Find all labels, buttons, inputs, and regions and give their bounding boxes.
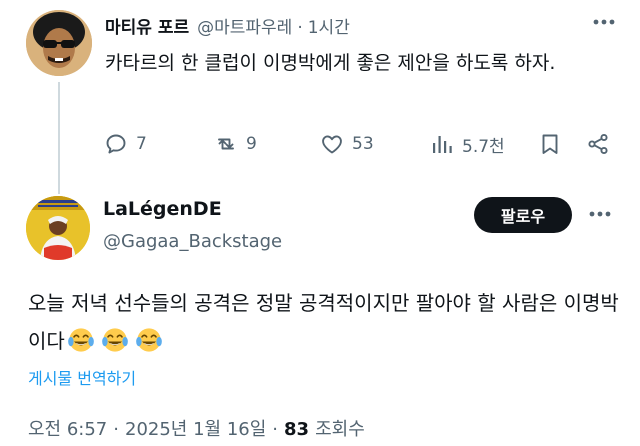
retweet-count: 9 (246, 134, 257, 154)
reply-tweet-text: 카타르의 한 클럽이 이명박에게 좋은 제안을 하도록 하자. (105, 52, 556, 74)
bookmark-icon (542, 134, 558, 154)
header-separator: · (297, 18, 303, 38)
ellipsis-icon (593, 19, 615, 25)
reply-button[interactable]: 7 (104, 128, 147, 160)
heart-icon (322, 135, 342, 154)
post-time[interactable]: 오전 6:57 (28, 415, 107, 441)
bar-chart-icon (433, 136, 452, 153)
ellipsis-icon (589, 211, 611, 217)
share-icon (588, 133, 608, 155)
main-tweet-body: 오늘 저녁 선수들의 공격은 정말 공격적이지만 팔아야 할 사람은 이명박이다 (28, 284, 628, 360)
emoji-group (67, 326, 169, 354)
retweet-icon (218, 138, 234, 150)
reply-action-bar: 7 9 53 5.7천 (100, 128, 620, 160)
main-author-name[interactable]: LaLégenDE (103, 198, 222, 220)
thread-connector-line (58, 82, 60, 194)
face-with-tears-of-joy-icon (135, 328, 162, 352)
retweet-button[interactable]: 9 (214, 128, 257, 160)
view-count: 5.7천 (462, 136, 505, 157)
main-author-handle[interactable]: @Gagaa_Backstage (103, 231, 282, 252)
views-button[interactable]: 5.7천 (430, 128, 505, 160)
like-count: 53 (352, 134, 374, 154)
bookmark-button[interactable] (538, 128, 562, 160)
author-avatar[interactable] (26, 10, 92, 76)
reply-tweet-header: 마티유 포르 @마트파우레 · 1시간 (105, 13, 350, 38)
translate-post-link[interactable]: 게시물 번역하기 (28, 365, 136, 389)
meta-separator: · (113, 419, 119, 440)
like-button[interactable]: 53 (320, 128, 374, 160)
afro-sunglasses-avatar-icon (26, 10, 92, 76)
reply-timestamp[interactable]: 1시간 (308, 13, 350, 38)
follow-button[interactable]: 팔로우 (474, 197, 572, 233)
tweet-metadata: 오전 6:57 · 2025년 1월 16일 · 83 조회수 (28, 415, 365, 441)
main-author-avatar[interactable] (26, 196, 90, 260)
views-label: 조회수 (315, 419, 365, 440)
speech-bubble-icon (106, 134, 126, 154)
reply-author-handle[interactable]: @마트파우레 (197, 13, 292, 38)
reply-count: 7 (136, 134, 147, 154)
mpiana-poster-avatar-icon (26, 196, 90, 260)
face-with-tears-of-joy-icon (101, 328, 128, 352)
views-count: 83 (284, 419, 310, 440)
face-with-tears-of-joy-icon (67, 328, 94, 352)
more-options-button[interactable] (590, 10, 618, 34)
reply-author-name[interactable]: 마티유 포르 (105, 13, 189, 38)
share-button[interactable] (586, 128, 610, 160)
main-more-options-button[interactable] (586, 202, 614, 226)
meta-separator: · (272, 419, 279, 440)
post-date[interactable]: 2025년 1월 16일 (125, 415, 266, 441)
